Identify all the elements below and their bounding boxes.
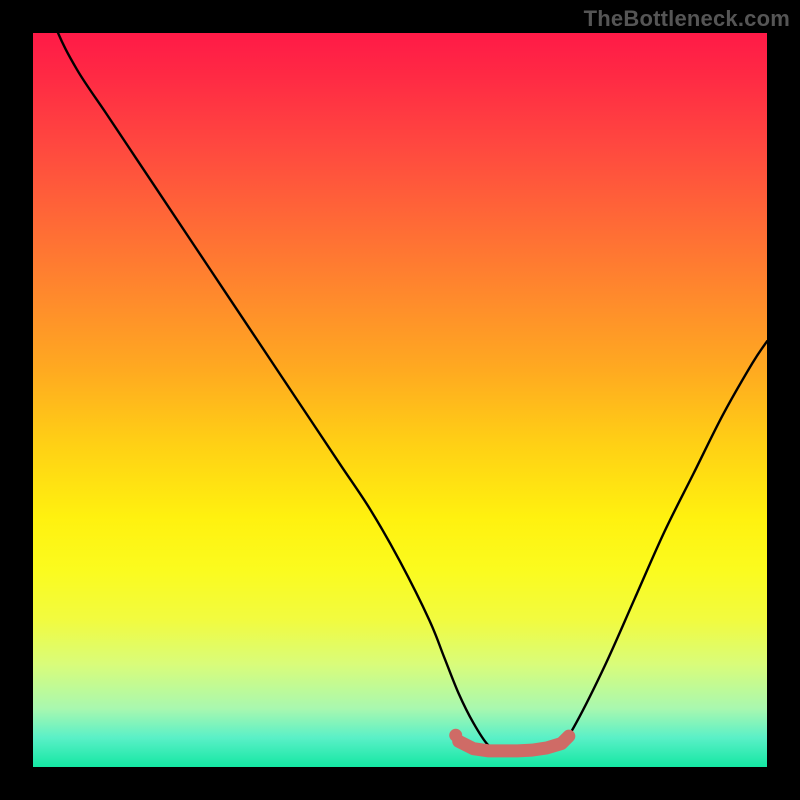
plot-area <box>33 33 767 767</box>
optimal-range-line <box>459 736 569 751</box>
chart-frame: TheBottleneck.com <box>0 0 800 800</box>
bottleneck-curve <box>33 33 767 753</box>
curve-svg <box>33 33 767 767</box>
watermark-text: TheBottleneck.com <box>584 6 790 32</box>
optimal-range-markers <box>449 729 569 751</box>
optimal-range-dot <box>449 729 462 742</box>
